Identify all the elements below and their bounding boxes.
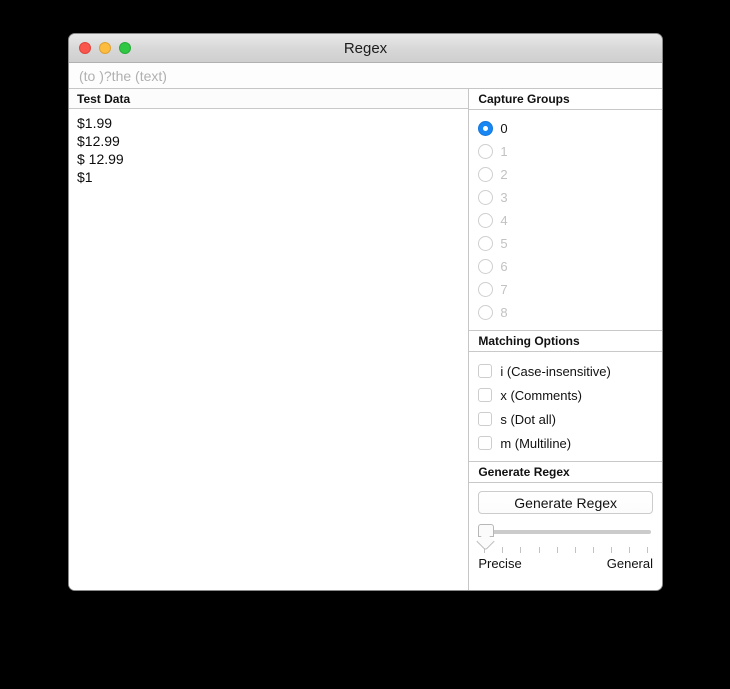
slider-tick bbox=[556, 547, 558, 553]
capture-group-option-4[interactable]: 4 bbox=[478, 209, 662, 232]
slider-tick bbox=[520, 547, 522, 553]
radio-icon[interactable] bbox=[478, 121, 494, 136]
radio-icon[interactable] bbox=[478, 213, 494, 228]
radio-icon[interactable] bbox=[478, 282, 494, 297]
matching-option-multiline[interactable]: m (Multiline) bbox=[478, 431, 662, 455]
capture-group-option-1[interactable]: 1 bbox=[478, 140, 662, 163]
screen: Regex Test Data $1.99 $12.99 $ 12.99 $1 bbox=[0, 0, 730, 689]
slider-label-general: General bbox=[606, 556, 653, 571]
slider-thumb[interactable] bbox=[478, 524, 495, 537]
capture-group-option-0[interactable]: 0 bbox=[478, 117, 662, 140]
generate-regex-body: Generate Regex Precise General bbox=[469, 483, 662, 577]
slider-labels: Precise General bbox=[478, 556, 653, 571]
sidebar-panel: Capture Groups 0 1 2 3 4 5 6 7 8 Matchin… bbox=[469, 89, 662, 590]
regex-input-bar[interactable] bbox=[69, 63, 662, 89]
regex-pattern-input[interactable] bbox=[77, 66, 654, 85]
slider-track[interactable] bbox=[487, 530, 651, 534]
capture-group-label: 7 bbox=[500, 282, 508, 297]
slider-tick bbox=[628, 547, 630, 553]
capture-group-option-5[interactable]: 5 bbox=[478, 232, 662, 255]
matching-options-list: i (Case-insensitive) x (Comments) s (Dot… bbox=[469, 352, 662, 461]
precision-slider[interactable] bbox=[478, 524, 653, 539]
capture-group-option-6[interactable]: 6 bbox=[478, 255, 662, 278]
matching-option-label: x (Comments) bbox=[500, 387, 582, 403]
capture-group-label: 6 bbox=[500, 259, 508, 274]
test-data-panel: Test Data $1.99 $12.99 $ 12.99 $1 bbox=[69, 89, 470, 590]
test-data-header: Test Data bbox=[69, 89, 469, 109]
test-data-row[interactable]: $ 12.99 bbox=[69, 150, 468, 168]
test-data-row[interactable]: $1 bbox=[69, 168, 468, 186]
radio-icon[interactable] bbox=[478, 167, 494, 182]
checkbox-icon[interactable] bbox=[478, 412, 493, 426]
generate-regex-header: Generate Regex bbox=[469, 462, 662, 483]
capture-group-label: 2 bbox=[500, 167, 508, 182]
capture-groups-header: Capture Groups bbox=[469, 89, 662, 110]
test-data-row[interactable]: $1.99 bbox=[69, 114, 468, 132]
main-content: Test Data $1.99 $12.99 $ 12.99 $1 Captur… bbox=[69, 89, 662, 590]
radio-icon[interactable] bbox=[478, 259, 494, 274]
radio-icon[interactable] bbox=[478, 144, 494, 159]
capture-group-label: 4 bbox=[500, 213, 508, 228]
matching-option-label: s (Dot all) bbox=[500, 411, 556, 427]
capture-groups-list: 0 1 2 3 4 5 6 7 8 bbox=[469, 110, 662, 330]
generate-regex-button[interactable]: Generate Regex bbox=[478, 491, 653, 514]
slider-tick bbox=[538, 547, 540, 553]
slider-tick bbox=[502, 547, 504, 553]
matching-options-header: Matching Options bbox=[469, 331, 662, 352]
slider-tick bbox=[646, 547, 648, 553]
matching-option-label: m (Multiline) bbox=[500, 435, 572, 451]
matching-option-comments[interactable]: x (Comments) bbox=[478, 383, 662, 407]
slider-tick-marks bbox=[478, 547, 653, 553]
test-data-row[interactable]: $12.99 bbox=[69, 132, 468, 150]
capture-group-option-3[interactable]: 3 bbox=[478, 186, 662, 209]
capture-groups-section: Capture Groups 0 1 2 3 4 5 6 7 8 bbox=[469, 89, 662, 331]
capture-group-option-2[interactable]: 2 bbox=[478, 163, 662, 186]
close-window-button[interactable] bbox=[79, 42, 91, 54]
checkbox-icon[interactable] bbox=[478, 388, 493, 402]
capture-group-label: 8 bbox=[500, 305, 508, 320]
window-titlebar[interactable]: Regex bbox=[69, 34, 662, 63]
slider-tick bbox=[574, 547, 576, 553]
capture-group-label: 5 bbox=[500, 236, 508, 251]
capture-group-label: 3 bbox=[500, 190, 508, 205]
checkbox-icon[interactable] bbox=[478, 436, 493, 450]
capture-group-option-8[interactable]: 8 bbox=[478, 301, 662, 324]
maximize-window-button[interactable] bbox=[119, 42, 131, 54]
matching-options-section: Matching Options i (Case-insensitive) x … bbox=[469, 331, 662, 462]
slider-tick bbox=[592, 547, 594, 553]
capture-group-label: 1 bbox=[500, 144, 508, 159]
minimize-window-button[interactable] bbox=[99, 42, 111, 54]
checkbox-icon[interactable] bbox=[478, 364, 493, 378]
matching-option-label: i (Case-insensitive) bbox=[500, 363, 611, 379]
slider-label-precise: Precise bbox=[478, 556, 522, 571]
matching-option-dot-all[interactable]: s (Dot all) bbox=[478, 407, 662, 431]
test-data-list[interactable]: $1.99 $12.99 $ 12.99 $1 bbox=[69, 109, 469, 590]
generate-regex-section: Generate Regex Generate Regex Precise Ge… bbox=[469, 462, 662, 590]
radio-icon[interactable] bbox=[478, 190, 494, 205]
traffic-light-group bbox=[79, 42, 131, 54]
radio-icon[interactable] bbox=[478, 305, 494, 320]
capture-group-label: 0 bbox=[500, 121, 508, 136]
slider-tick bbox=[610, 547, 612, 553]
window-title: Regex bbox=[343, 39, 388, 57]
capture-group-option-7[interactable]: 7 bbox=[478, 278, 662, 301]
regex-app-window: Regex Test Data $1.99 $12.99 $ 12.99 $1 bbox=[68, 33, 663, 591]
radio-icon[interactable] bbox=[478, 236, 494, 251]
matching-option-case-insensitive[interactable]: i (Case-insensitive) bbox=[478, 359, 662, 383]
